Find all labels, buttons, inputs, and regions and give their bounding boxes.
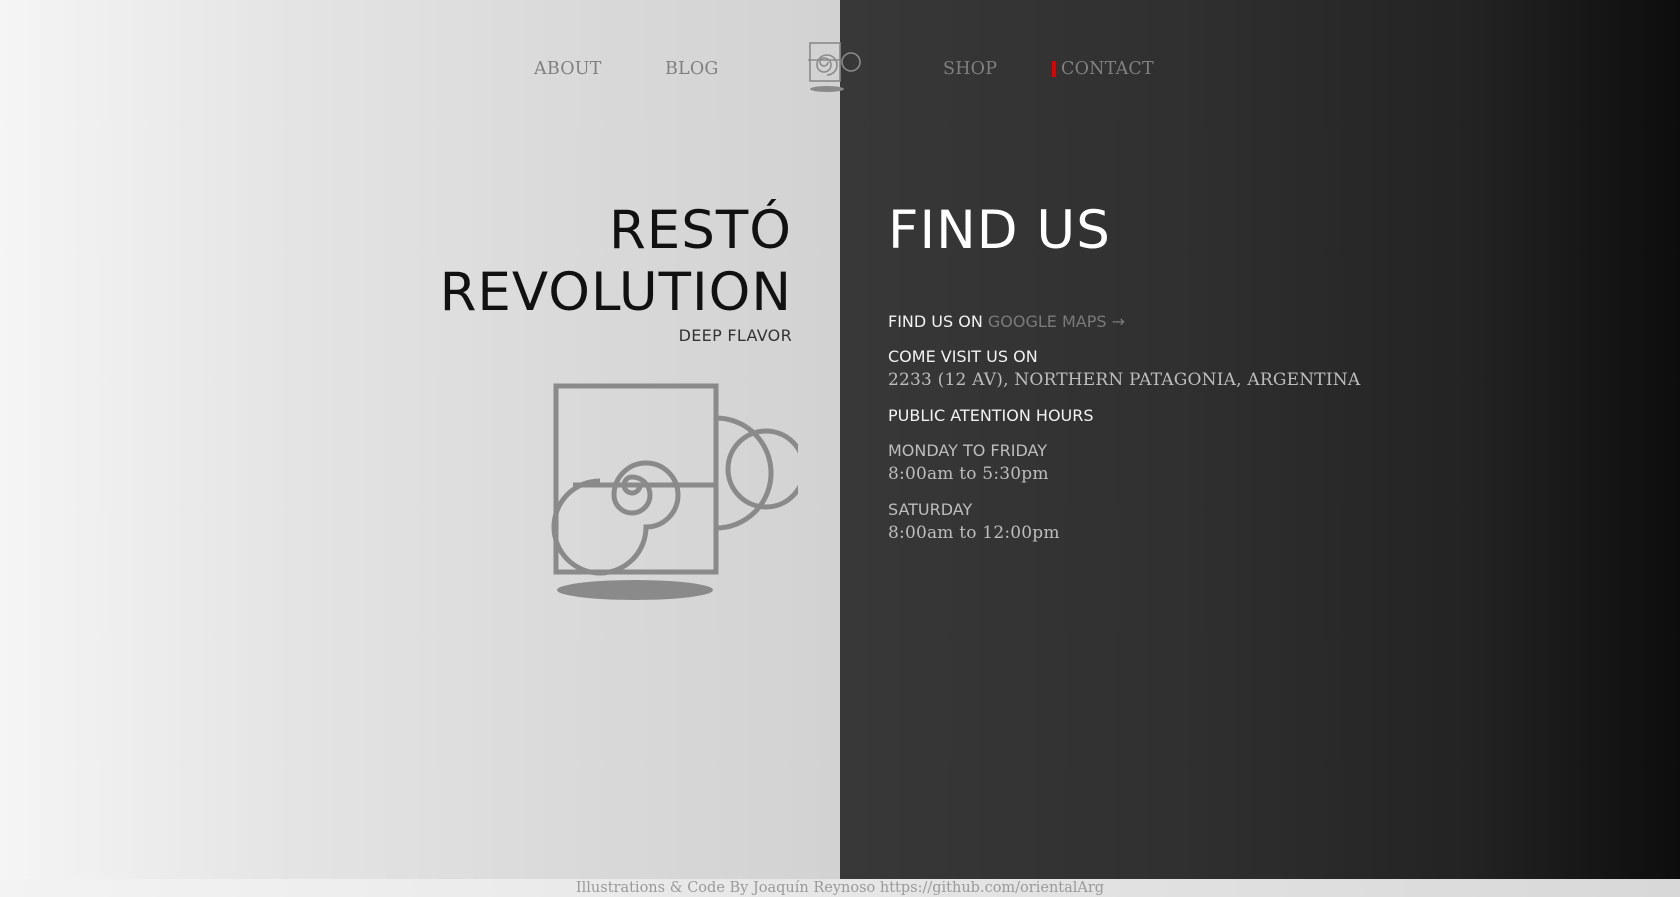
weekday-hours: 8:00am to 5:30pm [888,464,1049,484]
nav-link-blog[interactable]: BLOG [665,58,719,80]
saturday-hours: 8:00am to 12:00pm [888,523,1060,543]
nav-link-contact[interactable]: CONTACT [1061,58,1154,80]
weekday-label: MONDAY TO FRIDAY [888,441,1047,460]
nav-link-about[interactable]: ABOUT [534,58,602,80]
brand-title: RESTÓ REVOLUTION [440,200,792,324]
spiral-mug-icon [551,383,798,600]
brand-block: RESTÓ REVOLUTION DEEP FLAVOR [440,200,792,345]
active-nav-marker [1052,61,1056,77]
nav-link-shop[interactable]: SHOP [943,58,997,80]
visit-label: COME VISIT US ON [888,347,1038,366]
address-text: 2233 (12 AV), NORTHERN PATAGONIA, ARGENT… [888,370,1361,390]
footer-credit: Illustrations & Code By Joaquín Reynoso … [0,879,1680,897]
right-panel [840,0,1680,879]
spiral-mug-icon[interactable] [806,40,864,94]
brand-tagline: DEEP FLAVOR [678,326,792,345]
google-maps-link[interactable]: GOOGLE MAPS → [988,312,1125,331]
maps-line: FIND US ON GOOGLE MAPS → [888,312,1125,331]
find-us-title: FIND US [888,200,1111,261]
brand-title-line1: RESTÓ [608,200,792,261]
saturday-label: SATURDAY [888,500,973,519]
find-us-section: FIND US [888,200,1111,262]
brand-title-line2: REVOLUTION [439,262,792,323]
hours-label: PUBLIC ATENTION HOURS [888,406,1094,425]
maps-prefix: FIND US ON [888,312,983,331]
